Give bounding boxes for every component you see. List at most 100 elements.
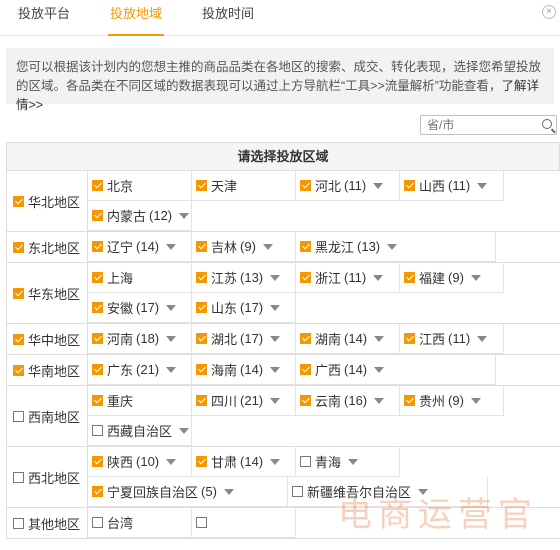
chevron-down-icon[interactable] xyxy=(348,458,359,465)
province-item[interactable]: 贵州 (9) xyxy=(400,386,504,416)
chevron-down-icon[interactable] xyxy=(270,366,281,373)
region-checkbox[interactable] xyxy=(13,471,24,483)
close-icon[interactable]: × xyxy=(542,5,556,19)
province-item[interactable]: 上海 xyxy=(88,263,192,293)
province-item[interactable]: 宁夏回族自治区 (5) xyxy=(88,477,288,507)
province-item[interactable]: 北京 xyxy=(88,171,192,201)
province-item[interactable]: 河南 (18) xyxy=(88,324,192,354)
province-checkbox[interactable] xyxy=(404,395,415,406)
province-item[interactable]: 吉林 (9) xyxy=(192,232,296,262)
chevron-down-icon[interactable] xyxy=(477,182,488,189)
province-checkbox[interactable] xyxy=(92,180,103,191)
province-checkbox[interactable] xyxy=(92,486,103,497)
chevron-down-icon[interactable] xyxy=(223,488,234,495)
region-group-name[interactable]: 华南地区 xyxy=(7,355,88,385)
tab-1[interactable]: 投放地域 xyxy=(108,0,165,36)
province-item[interactable]: 黑龙江 (13) xyxy=(296,232,496,262)
region-group-name[interactable]: 西北地区 xyxy=(7,447,88,507)
province-item[interactable]: 福建 (9) xyxy=(400,263,504,293)
province-checkbox[interactable] xyxy=(300,333,311,344)
region-checkbox[interactable] xyxy=(13,410,24,422)
chevron-down-icon[interactable] xyxy=(179,427,190,434)
region-checkbox[interactable] xyxy=(13,333,24,345)
province-checkbox[interactable] xyxy=(92,302,103,313)
province-item[interactable]: 西藏自治区 xyxy=(88,416,192,446)
province-checkbox[interactable] xyxy=(404,180,415,191)
chevron-down-icon[interactable] xyxy=(270,335,281,342)
province-checkbox[interactable] xyxy=(300,241,311,252)
province-item[interactable]: 湖北 (17) xyxy=(192,324,296,354)
chevron-down-icon[interactable] xyxy=(166,304,177,311)
search-icon[interactable] xyxy=(542,119,552,129)
province-checkbox[interactable] xyxy=(196,333,207,344)
province-item[interactable]: 台湾 xyxy=(88,508,192,538)
region-group-name[interactable]: 华北地区 xyxy=(7,171,88,231)
province-checkbox[interactable] xyxy=(404,333,415,344)
chevron-down-icon[interactable] xyxy=(270,274,281,281)
region-checkbox[interactable] xyxy=(13,241,24,253)
chevron-down-icon[interactable] xyxy=(166,243,177,250)
province-checkbox[interactable] xyxy=(196,302,207,313)
chevron-down-icon[interactable] xyxy=(270,458,281,465)
chevron-down-icon[interactable] xyxy=(374,335,385,342)
province-item[interactable]: 广东 (21) xyxy=(88,355,192,385)
region-group-name[interactable]: 华中地区 xyxy=(7,324,88,354)
province-checkbox[interactable] xyxy=(92,425,103,436)
chevron-down-icon[interactable] xyxy=(374,366,385,373)
province-item[interactable]: 甘肃 (14) xyxy=(192,447,296,477)
region-checkbox[interactable] xyxy=(13,195,24,207)
province-item[interactable]: 河北 (11) xyxy=(296,171,400,201)
province-checkbox[interactable] xyxy=(292,486,303,497)
province-item[interactable] xyxy=(192,508,296,538)
province-checkbox[interactable] xyxy=(300,180,311,191)
province-checkbox[interactable] xyxy=(300,364,311,375)
chevron-down-icon[interactable] xyxy=(477,335,488,342)
province-checkbox[interactable] xyxy=(196,456,207,467)
province-checkbox[interactable] xyxy=(92,333,103,344)
province-checkbox[interactable] xyxy=(300,272,311,283)
province-checkbox[interactable] xyxy=(92,272,103,283)
chevron-down-icon[interactable] xyxy=(270,397,281,404)
province-checkbox[interactable] xyxy=(92,517,103,528)
province-item[interactable]: 江苏 (13) xyxy=(192,263,296,293)
chevron-down-icon[interactable] xyxy=(270,304,281,311)
province-checkbox[interactable] xyxy=(300,456,311,467)
province-item[interactable]: 海南 (14) xyxy=(192,355,296,385)
province-item[interactable]: 辽宁 (14) xyxy=(88,232,192,262)
search-input[interactable] xyxy=(421,116,531,134)
region-group-name[interactable]: 其他地区 xyxy=(7,508,88,538)
chevron-down-icon[interactable] xyxy=(166,458,177,465)
chevron-down-icon[interactable] xyxy=(470,397,481,404)
province-checkbox[interactable] xyxy=(92,456,103,467)
province-checkbox[interactable] xyxy=(196,272,207,283)
tab-2[interactable]: 投放时间 xyxy=(202,0,254,35)
province-checkbox[interactable] xyxy=(196,364,207,375)
province-checkbox[interactable] xyxy=(196,395,207,406)
region-group-name[interactable]: 东北地区 xyxy=(7,232,88,262)
province-item[interactable]: 广西 (14) xyxy=(296,355,496,385)
province-item[interactable]: 山西 (11) xyxy=(400,171,504,201)
province-item[interactable]: 浙江 (11) xyxy=(296,263,400,293)
chevron-down-icon[interactable] xyxy=(166,366,177,373)
province-checkbox[interactable] xyxy=(92,241,103,252)
province-checkbox[interactable] xyxy=(196,517,207,528)
region-group-name[interactable]: 西南地区 xyxy=(7,386,88,446)
chevron-down-icon[interactable] xyxy=(262,243,273,250)
province-checkbox[interactable] xyxy=(196,241,207,252)
province-item[interactable]: 江西 (11) xyxy=(400,324,504,354)
province-item[interactable]: 重庆 xyxy=(88,386,192,416)
province-checkbox[interactable] xyxy=(92,364,103,375)
region-checkbox[interactable] xyxy=(13,287,24,299)
province-checkbox[interactable] xyxy=(92,210,103,221)
province-item[interactable]: 内蒙古 (12) xyxy=(88,201,192,231)
province-item[interactable]: 四川 (21) xyxy=(192,386,296,416)
region-checkbox[interactable] xyxy=(13,364,24,376)
province-item[interactable]: 天津 xyxy=(192,171,296,201)
tab-0[interactable]: 投放平台 xyxy=(18,0,70,35)
chevron-down-icon[interactable] xyxy=(387,243,398,250)
province-checkbox[interactable] xyxy=(196,180,207,191)
province-item[interactable]: 山东 (17) xyxy=(192,293,296,323)
province-item[interactable]: 陕西 (10) xyxy=(88,447,192,477)
province-checkbox[interactable] xyxy=(404,272,415,283)
province-item[interactable]: 青海 xyxy=(296,447,400,477)
